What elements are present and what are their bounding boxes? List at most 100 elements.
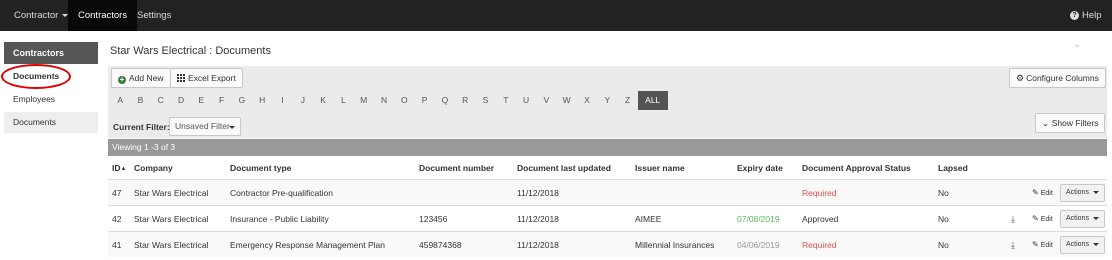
cell-document-type: Emergency Response Management Plan [230, 240, 385, 250]
current-filter-select[interactable]: Unsaved Filter [169, 117, 241, 136]
cell-lapsed: No [938, 188, 949, 198]
letter-z[interactable]: Z [617, 91, 637, 110]
letter-t[interactable]: T [496, 91, 516, 110]
letter-l[interactable]: L [333, 91, 353, 110]
cell-id: 41 [112, 240, 122, 250]
column-header-issuer[interactable]: Issuer name [635, 163, 685, 173]
viewing-count: Viewing 1 -3 of 3 [108, 139, 1107, 156]
column-header-document-type[interactable]: Document type [230, 163, 291, 173]
sidebar-item-label: Employees [13, 94, 56, 104]
letter-h[interactable]: H [252, 91, 272, 110]
cell-id: 47 [112, 188, 122, 198]
column-header-expiry[interactable]: Expiry date [737, 163, 783, 173]
page-title: Star Wars Electrical : Documents [110, 45, 271, 57]
plus-circle-icon: + [118, 75, 126, 84]
edit-button[interactable]: ✎ Edit [1032, 232, 1053, 259]
letter-j[interactable]: J [293, 91, 313, 110]
cell-expiry: 04/06/2019 [737, 240, 780, 250]
actions-button[interactable]: Actions [1060, 184, 1105, 202]
letter-x[interactable]: X [577, 91, 597, 110]
nav-settings[interactable]: Settings [127, 0, 181, 31]
nav-settings-label: Settings [137, 10, 172, 21]
cell-id: 42 [112, 214, 122, 224]
alphabet-filter: A B C D E F G H I J K L M N O P Q R S T … [110, 91, 668, 110]
cell-document-type: Insurance - Public Liability [230, 214, 329, 224]
configure-columns-label: Configure Columns [1026, 73, 1099, 83]
actions-label: Actions [1066, 241, 1089, 248]
letter-g[interactable]: G [232, 91, 252, 110]
current-filter-label: Current Filter: [113, 122, 170, 132]
cell-approval-status: Required [802, 188, 837, 198]
top-navbar: Contractor Contractors Settings ? Help [0, 0, 1112, 48]
letter-b[interactable]: B [130, 91, 150, 110]
letter-r[interactable]: R [455, 91, 475, 110]
cell-company: Star Wars Electrical [134, 214, 209, 224]
column-header-document-number[interactable]: Document number [419, 163, 494, 173]
letter-o[interactable]: O [394, 91, 414, 110]
cell-last-updated: 11/12/2018 [517, 214, 559, 224]
letter-a[interactable]: A [110, 91, 130, 110]
actions-button[interactable]: Actions [1060, 210, 1105, 228]
column-header-lapsed[interactable]: Lapsed [938, 163, 968, 173]
edit-button[interactable]: ✎ Edit [1032, 180, 1053, 207]
letter-d[interactable]: D [171, 91, 191, 110]
letter-p[interactable]: P [414, 91, 434, 110]
add-new-button[interactable]: + Add New [111, 68, 171, 88]
chevron-down-icon: ⌄ [1041, 119, 1050, 128]
table-icon [177, 74, 185, 82]
show-filters-button[interactable]: ⌄ Show Filters [1035, 113, 1106, 133]
add-new-label: Add New [129, 73, 164, 83]
letter-c[interactable]: C [151, 91, 171, 110]
pencil-icon: ✎ [1032, 188, 1039, 197]
edit-label: Edit [1040, 216, 1053, 223]
download-icon[interactable]: ⤓ [1011, 206, 1015, 232]
letter-all[interactable]: ALL [637, 91, 668, 110]
cell-lapsed: No [938, 240, 949, 250]
pencil-icon: ✎ [1032, 240, 1039, 249]
cell-issuer: Millennial Insurances [635, 240, 715, 250]
download-icon[interactable]: ⤓ [1011, 232, 1015, 258]
column-header-company[interactable]: Company [134, 163, 173, 173]
sidebar-item-documents-2[interactable]: Documents [4, 112, 98, 133]
question-circle-icon: ? [1070, 10, 1079, 20]
nav-contractors-label: Contractors [78, 10, 128, 21]
caret-down-icon [229, 126, 235, 129]
letter-f[interactable]: F [211, 91, 231, 110]
cell-lapsed: No [938, 214, 949, 224]
letter-w[interactable]: W [557, 91, 577, 110]
table-row: 47 Star Wars Electrical Contractor Pre-q… [108, 179, 1107, 205]
table-row: 41 Star Wars Electrical Emergency Respon… [108, 231, 1107, 257]
letter-v[interactable]: V [536, 91, 556, 110]
cell-document-type: Contractor Pre-qualification [230, 188, 333, 198]
letter-m[interactable]: M [354, 91, 374, 110]
letter-q[interactable]: Q [435, 91, 455, 110]
cell-last-updated: 11/12/2018 [517, 240, 559, 250]
cell-document-number: 459874368 [419, 240, 462, 250]
gear-icon: ⚙ [1016, 73, 1025, 83]
letter-k[interactable]: K [313, 91, 333, 110]
edit-button[interactable]: ✎ Edit [1032, 206, 1053, 233]
column-header-last-updated[interactable]: Document last updated [517, 163, 611, 173]
help-label: Help [1082, 10, 1102, 21]
column-header-approval-status[interactable]: Document Approval Status [802, 163, 911, 173]
cell-company: Star Wars Electrical [134, 240, 209, 250]
letter-i[interactable]: I [272, 91, 292, 110]
column-header-id[interactable]: ID▲ [112, 163, 126, 173]
caret-down-icon [1092, 242, 1099, 246]
help-menu[interactable]: ? Help [1060, 0, 1112, 48]
annotation-circle [1, 64, 71, 89]
cell-company: Star Wars Electrical [134, 188, 209, 198]
cell-last-updated: 11/12/2018 [517, 188, 559, 198]
cell-approval-status: Required [802, 240, 837, 250]
sidebar-item-employees[interactable]: Employees [4, 89, 98, 110]
actions-button[interactable]: Actions [1060, 236, 1105, 254]
letter-y[interactable]: Y [597, 91, 617, 110]
letter-e[interactable]: E [191, 91, 211, 110]
configure-columns-button[interactable]: ⚙ Configure Columns [1009, 68, 1106, 88]
show-filters-label: Show Filters [1051, 118, 1099, 128]
letter-n[interactable]: N [374, 91, 394, 110]
table-row: 42 Star Wars Electrical Insurance - Publ… [108, 205, 1107, 231]
letter-s[interactable]: S [475, 91, 495, 110]
excel-export-button[interactable]: Excel Export [170, 68, 243, 88]
letter-u[interactable]: U [516, 91, 536, 110]
